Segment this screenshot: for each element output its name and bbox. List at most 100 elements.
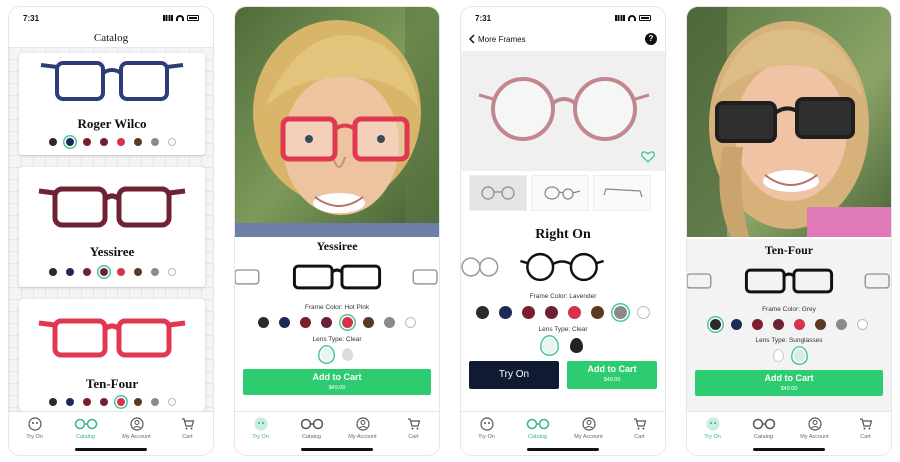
add-to-cart-button[interactable]: Add to Cart $49.00 (695, 370, 883, 396)
frame-carousel[interactable] (235, 258, 439, 294)
frame-thumbnails (235, 264, 438, 290)
thumbnail-side[interactable] (593, 175, 651, 211)
swatch[interactable] (405, 317, 416, 328)
swatch[interactable] (48, 138, 57, 146)
swatch[interactable] (342, 317, 353, 328)
swatch[interactable] (794, 319, 805, 330)
swatch[interactable] (99, 138, 108, 146)
swatch[interactable] (150, 138, 159, 146)
signal-icon (163, 15, 173, 21)
swatch[interactable] (133, 138, 142, 146)
swatch[interactable] (279, 317, 290, 328)
swatch[interactable] (150, 398, 159, 406)
swatch[interactable] (116, 138, 125, 146)
tab-label: Try On (252, 434, 269, 440)
swatch[interactable] (82, 268, 91, 276)
swatch[interactable] (476, 306, 489, 319)
glasses-image (478, 77, 650, 141)
tab-try-on[interactable]: Try On (467, 416, 507, 455)
glasses-icon (526, 418, 549, 430)
face-icon (479, 417, 494, 431)
add-to-cart-button[interactable]: Add to Cart $49.00 (567, 361, 657, 389)
swatch[interactable] (48, 398, 57, 406)
swatch[interactable] (82, 138, 91, 146)
tab-try-on[interactable]: Try On (241, 416, 281, 455)
cart-icon (633, 418, 646, 430)
swatch[interactable] (167, 138, 176, 146)
tab-label: My Account (574, 434, 603, 440)
product-detail-screen: 7:31 More Frames ? Right On Frame Color:… (460, 6, 666, 456)
tab-cart[interactable]: Cart (620, 416, 660, 455)
swatch[interactable] (836, 319, 847, 330)
swatch[interactable] (82, 398, 91, 406)
cart-icon (407, 418, 420, 430)
swatch[interactable] (614, 306, 627, 319)
swatch[interactable] (48, 268, 57, 276)
catalog-card-yessiree[interactable]: Yessiree (19, 167, 205, 287)
swatch[interactable] (258, 317, 269, 328)
home-indicator (301, 448, 373, 451)
tab-cart[interactable]: Cart (168, 416, 208, 455)
swatch[interactable] (815, 319, 826, 330)
heart-icon[interactable] (641, 151, 655, 163)
swatch[interactable] (133, 398, 142, 406)
clear-lens-icon[interactable] (543, 338, 556, 353)
frame-carousel[interactable] (687, 262, 891, 298)
tab-cart[interactable]: Cart (846, 416, 886, 455)
swatch[interactable] (167, 398, 176, 406)
tinted-lens-icon[interactable] (570, 338, 583, 353)
swatch[interactable] (116, 268, 125, 276)
swatch[interactable] (150, 268, 159, 276)
swatch[interactable] (710, 319, 721, 330)
clear-lens-icon[interactable] (773, 349, 784, 362)
frame-thumbnails (461, 252, 604, 282)
face-icon (27, 417, 42, 431)
swatch[interactable] (65, 398, 74, 406)
swatch[interactable] (545, 306, 558, 319)
tab-try-on[interactable]: Try On (15, 416, 55, 455)
tinted-lens-icon[interactable] (342, 348, 353, 361)
catalog-card-roger-wilco[interactable]: Roger Wilco (19, 53, 205, 155)
swatch[interactable] (116, 398, 125, 406)
camera-view[interactable] (235, 7, 439, 237)
swatch[interactable] (99, 398, 108, 406)
lens-type-label: Lens Type: Clear (538, 326, 588, 333)
sunglasses-lens-icon[interactable] (794, 349, 805, 362)
swatch[interactable] (99, 268, 108, 276)
swatch[interactable] (167, 268, 176, 276)
thumbnail-angle[interactable] (531, 175, 589, 211)
swatch[interactable] (133, 268, 142, 276)
swatch[interactable] (499, 306, 512, 319)
swatch[interactable] (591, 306, 604, 319)
swatch[interactable] (300, 317, 311, 328)
frame-carousel[interactable] (461, 249, 665, 285)
swatch[interactable] (65, 138, 74, 146)
glasses-image (38, 318, 186, 358)
thumbnail-front[interactable] (469, 175, 527, 211)
clear-lens-icon[interactable] (321, 348, 332, 361)
swatch[interactable] (857, 319, 868, 330)
color-swatches (461, 306, 665, 319)
camera-view[interactable] (687, 7, 891, 237)
swatch[interactable] (752, 319, 763, 330)
swatch[interactable] (363, 317, 374, 328)
swatch[interactable] (522, 306, 535, 319)
price: $49.00 (603, 377, 621, 383)
tab-try-on[interactable]: Try On (693, 416, 733, 455)
try-on-button[interactable]: Try On (469, 361, 559, 389)
tab-cart[interactable]: Cart (394, 416, 434, 455)
swatch[interactable] (65, 268, 74, 276)
price: $49.00 (328, 385, 346, 391)
tab-label: Cart (408, 434, 419, 440)
swatch[interactable] (568, 306, 581, 319)
swatch[interactable] (773, 319, 784, 330)
catalog-card-ten-four[interactable]: Ten-Four (19, 299, 205, 411)
swatch[interactable] (731, 319, 742, 330)
face-photo (235, 7, 439, 237)
add-to-cart-button[interactable]: Add to Cart $49.00 (243, 369, 431, 395)
swatch[interactable] (384, 317, 395, 328)
swatch[interactable] (321, 317, 332, 328)
swatch[interactable] (637, 306, 650, 319)
help-button[interactable]: ? (645, 33, 657, 45)
back-button[interactable]: More Frames (469, 34, 526, 44)
